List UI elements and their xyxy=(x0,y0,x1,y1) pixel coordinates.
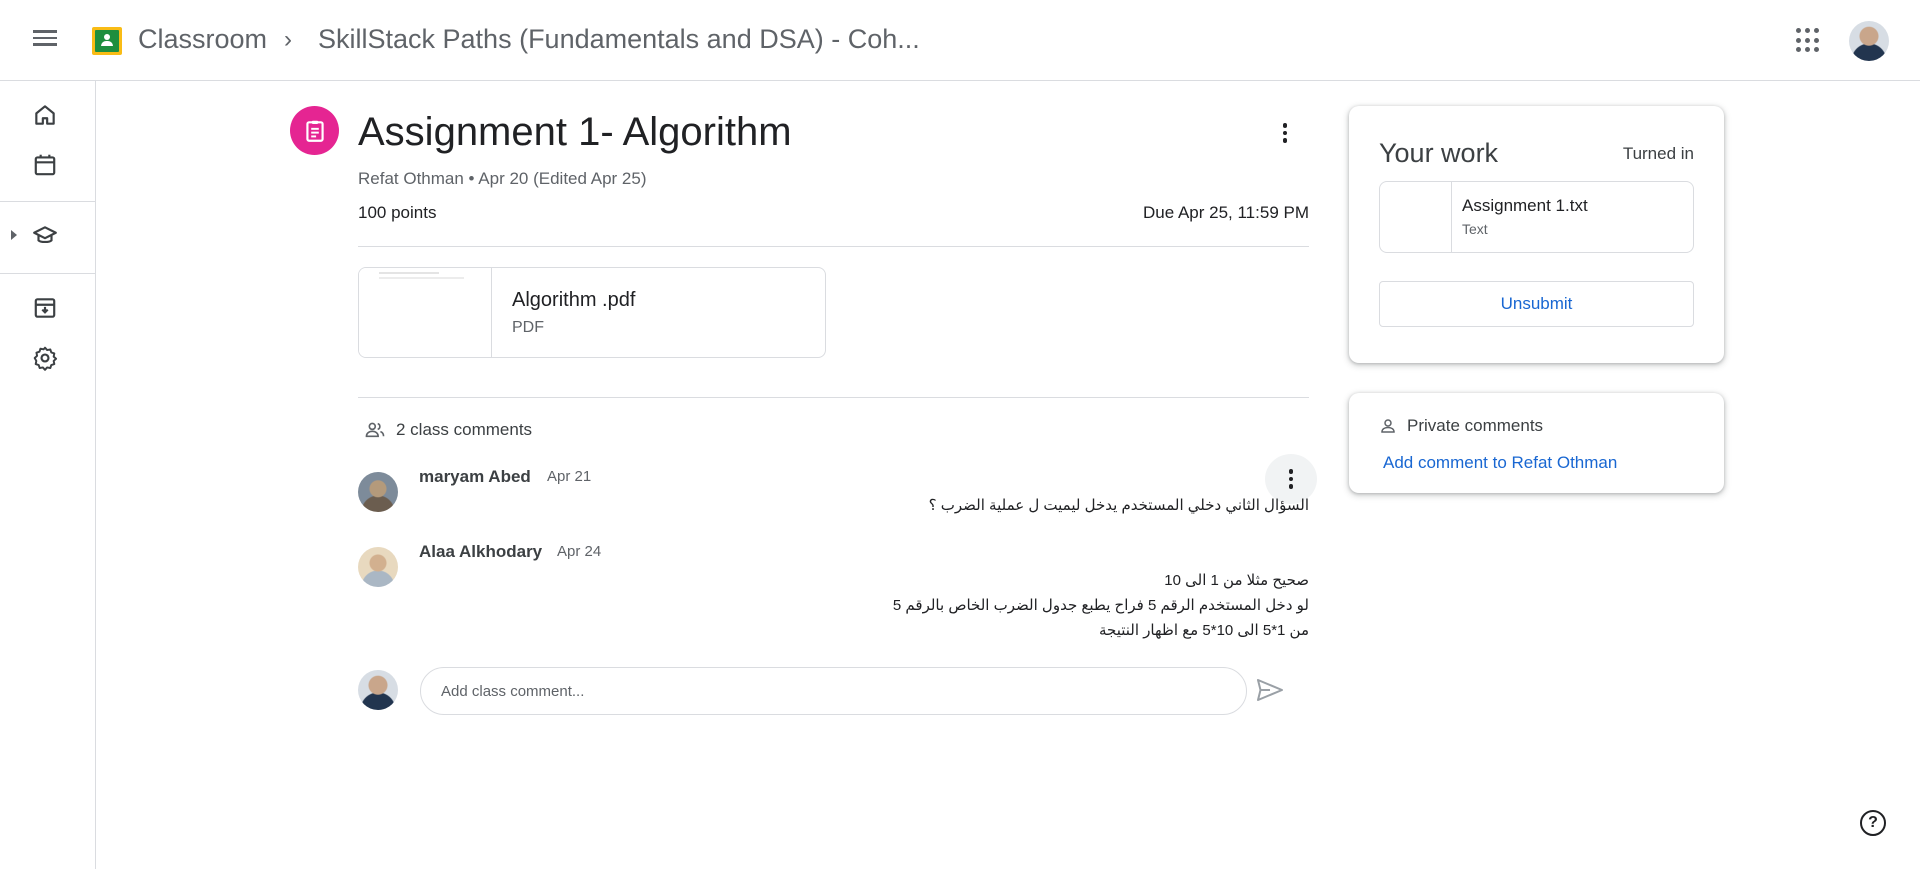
archive-icon[interactable] xyxy=(28,291,62,325)
class-title[interactable]: SkillStack Paths (Fundamentals and DSA) … xyxy=(318,24,920,55)
avatar xyxy=(358,472,398,512)
sidebar-divider xyxy=(0,273,96,274)
add-private-comment-link[interactable]: Add comment to Refat Othman xyxy=(1383,453,1617,473)
unsubmit-button[interactable]: Unsubmit xyxy=(1379,281,1694,327)
attachment-thumbnail xyxy=(359,268,492,357)
sidebar-divider xyxy=(0,201,96,202)
assignment-points: 100 points xyxy=(358,203,437,222)
comment-date: Apr 21 xyxy=(547,468,592,485)
comment-date: Apr 24 xyxy=(557,543,602,560)
submission-status: Turned in xyxy=(1622,144,1694,163)
home-icon[interactable] xyxy=(28,98,62,132)
avatar xyxy=(358,547,398,587)
class-comments-header: 2 class comments xyxy=(364,420,532,440)
your-work-title: Your work xyxy=(1379,138,1499,168)
comment-author: Alaa Alkhodary xyxy=(419,542,543,561)
comment-text: السؤال الثاني دخلي المستخدم يدخل ليميت ل… xyxy=(928,497,1309,514)
google-apps-icon[interactable] xyxy=(1796,28,1822,54)
class-comments-count: 2 class comments xyxy=(396,420,533,439)
person-icon xyxy=(1381,419,1395,433)
top-app-bar: Classroom › SkillStack Paths (Fundamenta… xyxy=(0,0,1920,81)
divider xyxy=(358,397,1309,398)
assignment-meta: Refat Othman • Apr 20 (Edited Apr 25) xyxy=(358,169,647,188)
submitted-file-card[interactable]: Assignment 1.txt Text xyxy=(1379,181,1694,253)
attachment-type: PDF xyxy=(512,319,544,336)
more-options-icon[interactable] xyxy=(1270,118,1300,148)
file-type: Text xyxy=(1462,221,1488,237)
enrolled-classes-icon[interactable] xyxy=(28,219,62,253)
file-thumbnail xyxy=(1380,182,1452,252)
app-title[interactable]: Classroom xyxy=(138,24,267,55)
private-comments-card: Private comments Add comment to Refat Ot… xyxy=(1349,393,1724,493)
expand-arrow-icon[interactable] xyxy=(11,230,17,240)
current-user-avatar xyxy=(358,670,398,710)
attachment-card[interactable]: Algorithm .pdf PDF xyxy=(358,267,826,358)
due-date: Due Apr 25, 11:59 PM xyxy=(1142,203,1309,222)
your-work-card: Your work Turned in Assignment 1.txt Tex… xyxy=(1349,106,1724,363)
breadcrumb-chevron-icon: › xyxy=(284,26,292,53)
assignment-icon xyxy=(290,106,339,155)
account-avatar[interactable] xyxy=(1849,21,1889,61)
calendar-icon[interactable] xyxy=(28,148,62,182)
help-icon[interactable]: ? xyxy=(1860,810,1886,836)
divider xyxy=(358,246,1309,247)
class-comment-input[interactable] xyxy=(420,667,1247,715)
file-name: Assignment 1.txt xyxy=(1462,196,1588,215)
comment-text: صحيح مثلا من 1 الى 10 لو دخل المستخدم ال… xyxy=(892,572,1309,639)
send-icon[interactable] xyxy=(1256,678,1286,704)
private-comments-label: Private comments xyxy=(1407,416,1544,435)
classroom-logo-icon[interactable] xyxy=(92,27,122,55)
attachment-name: Algorithm .pdf xyxy=(512,289,636,311)
sidebar xyxy=(0,81,96,869)
assignment-title: Assignment 1- Algorithm xyxy=(358,110,792,154)
comment-author: maryam Abed xyxy=(419,467,531,486)
people-icon xyxy=(365,422,385,438)
settings-icon[interactable] xyxy=(28,341,62,375)
private-comments-header: Private comments xyxy=(1379,416,1543,436)
main-menu-icon[interactable] xyxy=(27,26,63,54)
